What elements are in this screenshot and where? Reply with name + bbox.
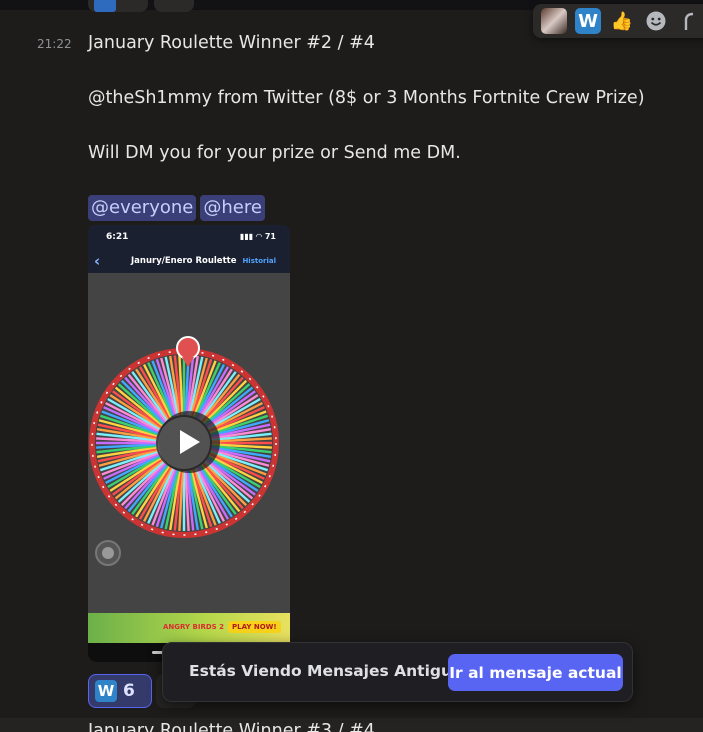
thumbs-up-emoji-icon[interactable]: 👍	[609, 8, 635, 34]
message-line-title: January Roulette Winner #2 / #4	[88, 33, 375, 53]
ad-banner: ANGRY BIRDS 2 PLAY NOW!	[88, 613, 290, 643]
phone-status-time: 6:21	[106, 232, 129, 242]
user-photo-emoji-icon[interactable]	[541, 8, 567, 34]
message-line-dm: Will DM you for your prize or Send me DM…	[88, 143, 461, 163]
mention-everyone[interactable]: @everyone	[88, 195, 197, 221]
play-icon	[180, 430, 200, 454]
add-reaction-icon[interactable]	[643, 8, 669, 34]
phone-nav-title: Janury/Enero Roulette	[131, 256, 237, 266]
phone-nav-bar: ‹ Janury/Enero Roulette Historial	[88, 251, 290, 273]
ad-play-button: PLAY NOW!	[228, 621, 281, 633]
previous-add-reaction[interactable]	[154, 0, 194, 12]
mention-here[interactable]: @here	[200, 195, 265, 221]
phone-status-bar: 6:21 ▮▮▮ ◠ 71	[88, 225, 290, 251]
message-timestamp[interactable]: 21:22	[37, 37, 72, 51]
message-line-winner: @theSh1mmy from Twitter (8$ or 3 Months …	[88, 88, 645, 108]
battery-level: 71	[264, 232, 276, 241]
w-emoji-icon	[94, 0, 116, 12]
mentions: @everyone @here	[88, 195, 265, 221]
jump-to-present-banner: Estás Viendo Mensajes Antiguos Ir al men…	[162, 642, 633, 702]
phone-nav-link: Historial	[242, 257, 276, 265]
phone-status-icons: ▮▮▮ ◠ 71	[239, 232, 276, 241]
previous-message-reactions	[88, 0, 194, 12]
w-emoji-icon[interactable]: W	[575, 8, 601, 34]
ad-logo: ANGRY BIRDS 2	[163, 623, 225, 631]
play-button[interactable]	[158, 411, 220, 473]
previous-reaction-w[interactable]	[88, 0, 148, 12]
next-message-preview: January Roulette Winner #3 / #4	[88, 716, 688, 732]
message-hover-toolbar: W 👍	[533, 4, 703, 38]
w-emoji-icon: W	[95, 680, 117, 702]
reply-icon[interactable]	[677, 8, 703, 34]
video-attachment[interactable]: 6:21 ▮▮▮ ◠ 71 ‹ Janury/Enero Roulette Hi…	[88, 225, 290, 662]
reaction-w[interactable]: W 6	[88, 674, 152, 708]
jump-to-present-button[interactable]: Ir al mensaje actual	[448, 654, 623, 691]
back-chevron-icon: ‹	[94, 252, 101, 270]
next-message-text: January Roulette Winner #3 / #4	[88, 721, 375, 732]
reaction-count: 6	[123, 681, 135, 701]
old-messages-notice: Estás Viendo Mensajes Antiguos	[189, 662, 472, 680]
